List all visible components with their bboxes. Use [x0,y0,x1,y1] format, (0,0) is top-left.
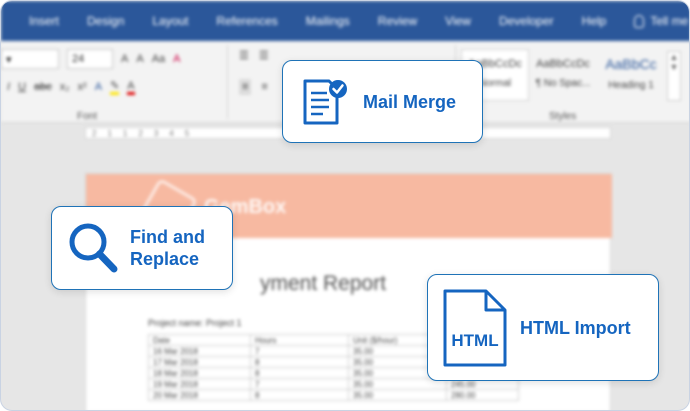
ribbon-tab-bar: Insert Design Layout References Mailings… [1,1,689,41]
ribbon-separator [227,45,228,119]
html-file-icon: HTML [443,289,507,366]
font-color-icon[interactable]: A [127,80,135,95]
paragraph-row: ☰ ☰ [239,49,269,62]
tab-design[interactable]: Design [73,14,138,28]
tell-me-search[interactable]: Tell me [620,14,689,28]
column-header: Hours [250,334,349,346]
tab-help[interactable]: Help [568,14,621,28]
table-cell: 20 Mar 2018 [148,389,251,401]
table-cell: 7 [250,378,349,390]
table-cell: 19 Mar 2018 [148,378,251,390]
font-group-label: Font [77,111,98,122]
mail-merge-card[interactable]: Mail Merge [282,60,483,143]
font-row: ▾ 24 A A Aa A [1,49,181,69]
document-title: yment Report [260,272,387,295]
project-name: Project name: Project 1 [148,318,242,328]
tab-layout[interactable]: Layout [138,14,202,28]
highlight-icon[interactable]: ✎ [110,79,120,95]
align-row: ≡ ≡ [239,79,268,95]
table-cell: 280.00 [446,389,519,401]
grow-font-icon[interactable]: A [121,53,128,65]
subscript-icon[interactable]: x₂ [60,81,70,93]
ruler-mark: 2 [92,128,98,138]
table-cell: 8 [250,389,349,401]
font-size-dropdown[interactable]: 24 [67,49,113,69]
ruler-mark: 5 [184,128,191,138]
strikethrough-icon[interactable]: abc [34,81,52,93]
table-row: 20 Mar 2018 8 35.00 280.00 [148,389,519,401]
align-center-icon[interactable]: ≡ [261,81,267,93]
document-check-icon [303,79,347,124]
underline-icon[interactable]: U [18,81,26,93]
table-cell: 16 Mar 2018 [148,345,251,357]
find-replace-line-2: Replace [130,249,200,269]
tell-me-label: Tell me [650,14,689,28]
style-no-spacing[interactable]: AaBbCcDc ¶ No Spac... [529,49,597,101]
column-header: Date [148,334,251,346]
styles-scroll[interactable]: ▲ ▼ [667,51,681,101]
shrink-font-icon[interactable]: A [136,53,143,65]
text-effects-icon[interactable]: A [95,81,102,93]
table-cell: 35.00 [348,378,447,390]
clear-format-icon[interactable]: A [173,53,180,65]
style-name: ¶ No Spac... [535,78,591,89]
style-sample: AaBbCc [605,56,657,72]
tab-developer[interactable]: Developer [485,14,568,28]
tab-mailings[interactable]: Mailings [292,14,364,28]
table-cell: 17 Mar 2018 [148,356,251,368]
html-badge-text: HTML [451,331,498,350]
font-size-value: 24 [72,53,85,65]
window-frame: Insert Design Layout References Mailings… [0,0,690,411]
table-cell: 8 [250,356,349,368]
tab-review[interactable]: Review [364,14,431,28]
change-case-icon[interactable]: Aa [152,53,165,65]
ruler-mark: 3 [153,128,160,138]
tab-insert[interactable]: Insert [15,14,73,28]
mail-merge-label: Mail Merge [363,91,457,112]
find-replace-line-1: Find and [130,227,205,247]
html-import-card[interactable]: HTML HTML Import [427,274,659,381]
ruler-mark: 1 [122,128,129,138]
table-cell: 35.00 [348,389,447,401]
styles-group-label: Styles [549,111,577,122]
numbering-icon[interactable]: ☰ [259,49,269,62]
find-replace-label: Find and Replace [130,226,205,270]
table-cell: 8 [250,367,349,379]
html-import-label: HTML Import [520,317,631,338]
style-sample: AaBbCcDc [536,58,590,70]
bullets-icon[interactable]: ☰ [239,49,249,62]
superscript-icon[interactable]: x² [78,81,87,93]
table-cell: 7 [250,345,349,357]
ruler-mark: 4 [169,128,175,138]
italic-icon[interactable]: I [7,81,10,93]
magnifier-icon [69,223,118,273]
style-heading-1[interactable]: AaBbCc Heading 1 [597,49,665,101]
find-replace-card[interactable]: Find and Replace [51,206,233,290]
ruler-mark: 1 [107,128,113,138]
font-name-dropdown[interactable]: ▾ [1,49,59,69]
tab-references[interactable]: References [202,14,291,28]
format-row: I U abc x₂ x² A ✎ A [7,79,135,95]
lightbulb-icon [634,14,645,28]
align-left-icon[interactable]: ≡ [239,79,252,95]
tab-view[interactable]: View [431,14,485,28]
style-name: Heading 1 [608,80,654,91]
ruler-mark: 2 [138,128,144,138]
table-cell: 18 Mar 2018 [148,367,251,379]
